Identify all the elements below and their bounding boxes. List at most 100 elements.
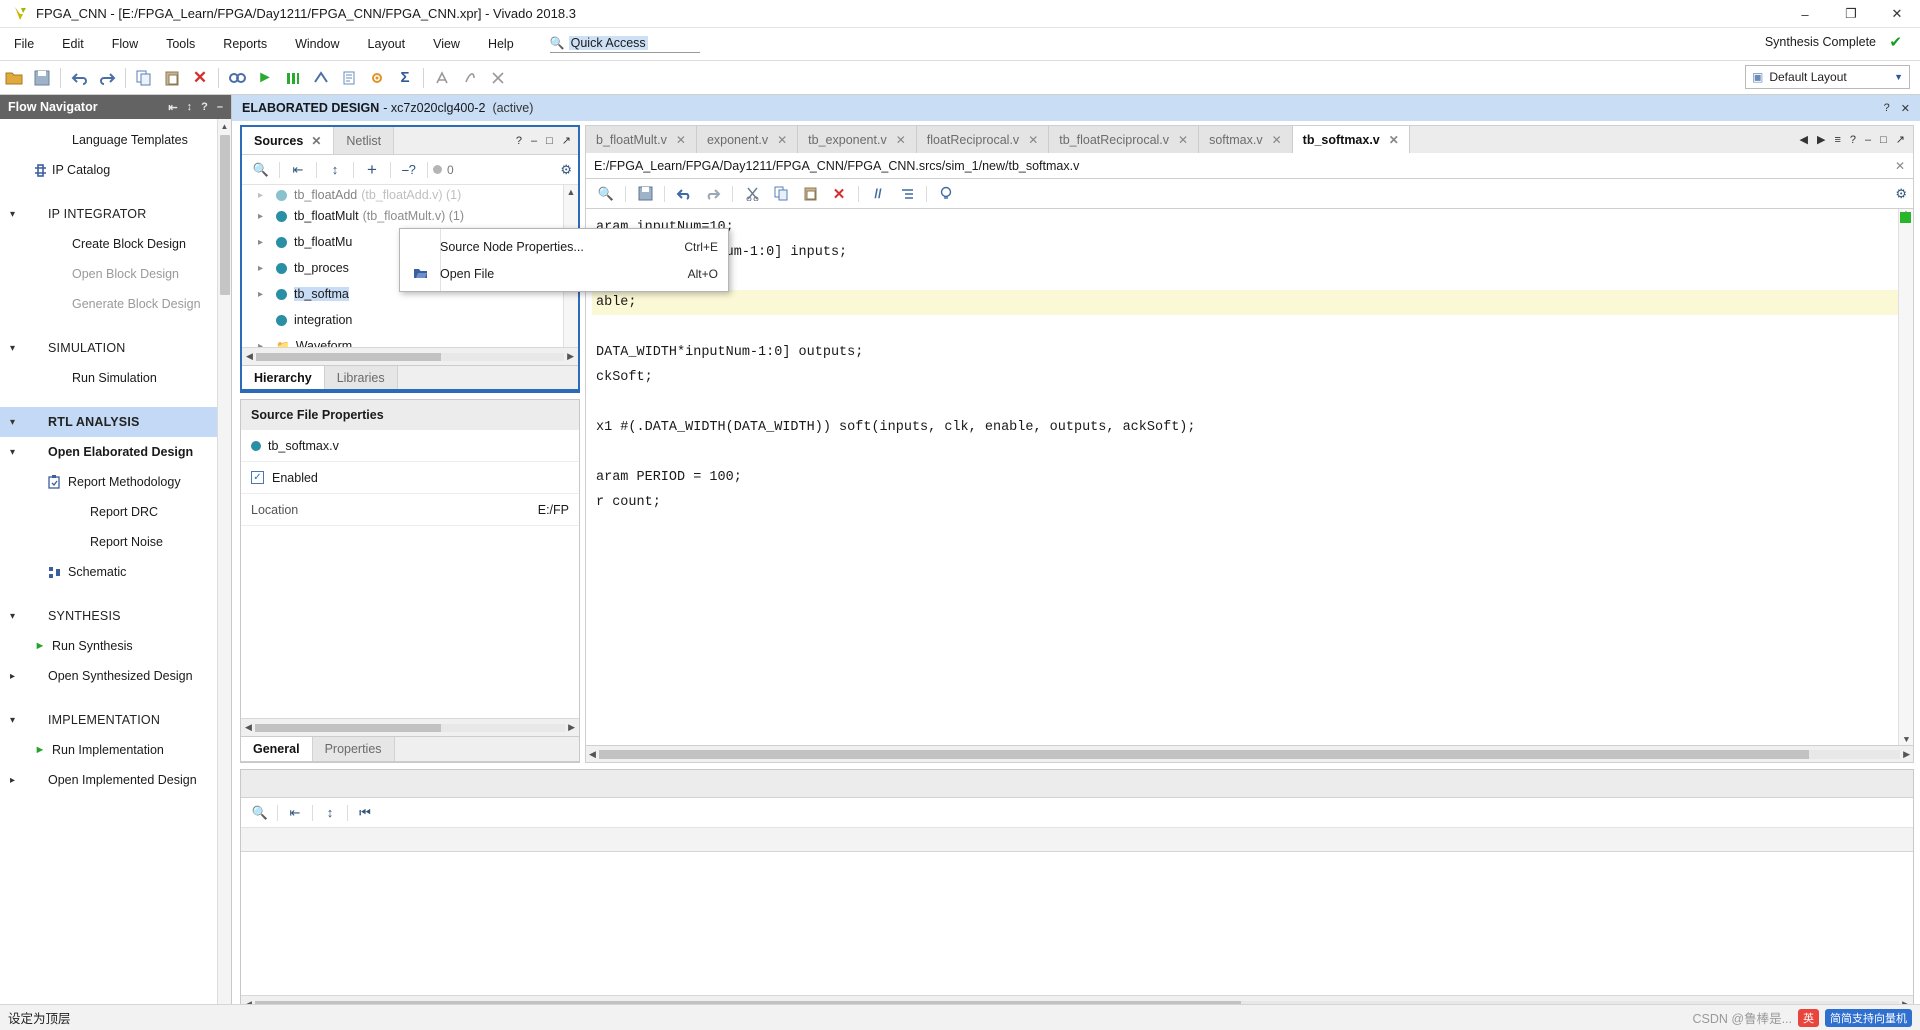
quick-access-box[interactable]: 🔍 Quick Access (549, 35, 700, 53)
marker-b-icon[interactable] (456, 64, 484, 92)
menu-tools[interactable]: Tools (152, 33, 209, 55)
expand-all-icon[interactable]: ↕ (322, 158, 348, 182)
menu-file[interactable]: File (0, 33, 48, 55)
settings-icon[interactable] (363, 64, 391, 92)
collapse-all-icon[interactable]: ⇤ (168, 101, 177, 114)
scroll-left-icon[interactable]: ◀ (246, 351, 253, 362)
implement-icon[interactable] (307, 64, 335, 92)
bulb-icon[interactable] (932, 182, 960, 206)
collapse-all-icon[interactable]: ⇤ (282, 801, 308, 825)
report-icon[interactable] (335, 64, 363, 92)
maximize-icon[interactable]: □ (1880, 134, 1887, 146)
sources-hscrollbar[interactable]: ◀ ▶ (242, 347, 578, 365)
scroll-up-icon[interactable]: ▲ (218, 119, 231, 133)
menu-help[interactable]: Help (474, 33, 528, 55)
save-icon[interactable] (631, 182, 659, 206)
indent-icon[interactable] (893, 182, 921, 206)
chevron-right-icon[interactable]: ▸ (258, 341, 276, 348)
design-help-icon[interactable]: ? (1884, 102, 1890, 115)
scroll-thumb[interactable] (220, 135, 230, 295)
marker-a-icon[interactable] (428, 64, 456, 92)
chevron-right-icon[interactable]: ▸ (258, 263, 276, 274)
tab-libraries[interactable]: Libraries (324, 366, 398, 389)
sigma-icon[interactable]: Σ (391, 64, 419, 92)
open-project-icon[interactable] (0, 64, 28, 92)
property-enabled[interactable]: ✓ Enabled (241, 462, 579, 494)
tab-list-icon[interactable]: ≡ (1834, 134, 1840, 146)
flow-navigator-scrollbar[interactable]: ▲ ▼ (217, 119, 231, 1014)
tree-item[interactable]: ▸ tb_floatAdd (tb_floatAdd.v) (1) (242, 187, 578, 203)
layout-selector[interactable]: ▣ Default Layout ▼ (1745, 65, 1910, 89)
next-tab-icon[interactable]: ▶ (1817, 133, 1825, 146)
flow-nav-item-ip-integrator[interactable]: ▾ IP INTEGRATOR (0, 199, 231, 229)
step-icon[interactable] (279, 64, 307, 92)
tree-item[interactable]: ▸ tb_floatMult (tb_floatMult.v) (1) (242, 203, 578, 229)
float-icon[interactable]: ↗ (562, 134, 571, 147)
editor-tab-floatReciprocal-v[interactable]: floatReciprocal.v ✕ (916, 126, 1050, 153)
tree-item[interactable]: ▸ 📁 Waveform (242, 333, 578, 347)
delete-icon[interactable]: ✕ (825, 182, 853, 206)
editor-tab-b_floatMult-v[interactable]: b_floatMult.v ✕ (586, 126, 697, 153)
close-icon[interactable]: ✕ (1178, 133, 1188, 147)
minimize-icon[interactable]: – (531, 135, 537, 147)
paste-icon[interactable] (796, 182, 824, 206)
editor-tab-exponent-v[interactable]: exponent.v ✕ (696, 126, 799, 153)
delete-icon[interactable]: ✕ (186, 64, 214, 92)
copy-icon[interactable] (767, 182, 795, 206)
paste-icon[interactable] (158, 64, 186, 92)
maximize-icon[interactable]: □ (546, 135, 553, 147)
tree-item[interactable]: integration (242, 307, 578, 333)
expand-all-icon[interactable]: ↕ (317, 801, 343, 825)
close-icon[interactable]: ✕ (777, 133, 787, 147)
tab-general[interactable]: General (241, 737, 313, 761)
save-icon[interactable] (28, 64, 56, 92)
minimize-panel-icon[interactable]: – (217, 101, 223, 114)
scroll-left-icon[interactable]: ◀ (245, 722, 252, 733)
close-button[interactable]: ✕ (1874, 0, 1920, 28)
search-icon[interactable]: 🔍 (247, 801, 273, 825)
copy-icon[interactable] (130, 64, 158, 92)
scroll-thumb[interactable] (254, 723, 442, 732)
flow-nav-item-create-block-design[interactable]: Create Block Design (0, 229, 231, 259)
close-icon[interactable]: ✕ (1389, 133, 1399, 147)
chevron-right-icon[interactable]: ▸ (258, 190, 276, 201)
gear-icon[interactable]: ⚙ (560, 162, 572, 178)
source-context-menu[interactable]: Source Node Properties... Ctrl+E Open File… (399, 228, 729, 292)
marker-c-icon[interactable] (484, 64, 512, 92)
menu-flow[interactable]: Flow (98, 33, 152, 55)
comment-icon[interactable]: // (864, 182, 892, 206)
flow-nav-item-rtl-analysis[interactable]: ▾ RTL ANALYSIS (0, 407, 231, 437)
scroll-thumb[interactable] (598, 749, 1809, 759)
menu-window[interactable]: Window (281, 33, 353, 55)
flow-nav-item-open-implemented-design[interactable]: ▸ Open Implemented Design (0, 765, 231, 795)
flow-nav-item-run-implementation[interactable]: ► Run Implementation (0, 735, 231, 765)
editor-tab-tb_exponent-v[interactable]: tb_exponent.v ✕ (798, 126, 917, 153)
code-vscrollbar[interactable]: ▲ ▼ (1898, 209, 1913, 745)
quick-access-input[interactable]: Quick Access (568, 35, 648, 50)
minimize-button[interactable]: – (1782, 0, 1828, 28)
collapse-all-icon[interactable]: ⇤ (285, 158, 311, 182)
undo-icon[interactable] (670, 182, 698, 206)
flow-nav-item-synthesis[interactable]: ▾ SYNTHESIS (0, 601, 231, 631)
search-icon[interactable]: 🔍 (248, 158, 274, 182)
flow-nav-item-ip-catalog[interactable]: IP Catalog (0, 155, 231, 185)
menu-view[interactable]: View (419, 33, 474, 55)
redo-icon[interactable] (699, 182, 727, 206)
scroll-right-icon[interactable]: ▶ (1903, 749, 1910, 760)
add-sources-icon[interactable]: + (359, 158, 385, 182)
flow-nav-item-open-block-design[interactable]: Open Block Design (0, 259, 231, 289)
scroll-right-icon[interactable]: ▶ (568, 722, 575, 733)
context-menu-item-source-node-properties[interactable]: Source Node Properties... Ctrl+E (400, 233, 728, 260)
help-icon[interactable]: ? (1850, 134, 1856, 146)
help-icon[interactable]: ? (516, 135, 522, 147)
scroll-left-icon[interactable]: ◀ (589, 749, 596, 760)
menu-edit[interactable]: Edit (48, 33, 98, 55)
close-icon[interactable]: ✕ (1272, 133, 1282, 147)
editor-tab-tb_floatReciprocal-v[interactable]: tb_floatReciprocal.v ✕ (1049, 126, 1200, 153)
editor-tab-softmax-v[interactable]: softmax.v ✕ (1199, 126, 1293, 153)
flow-nav-item-open-elaborated-design[interactable]: ▾ Open Elaborated Design (0, 437, 231, 467)
close-icon[interactable]: ✕ (311, 134, 321, 148)
undo-icon[interactable] (65, 64, 93, 92)
chevron-right-icon[interactable]: ▸ (258, 211, 276, 222)
first-icon[interactable]: ⏮ (352, 801, 378, 825)
